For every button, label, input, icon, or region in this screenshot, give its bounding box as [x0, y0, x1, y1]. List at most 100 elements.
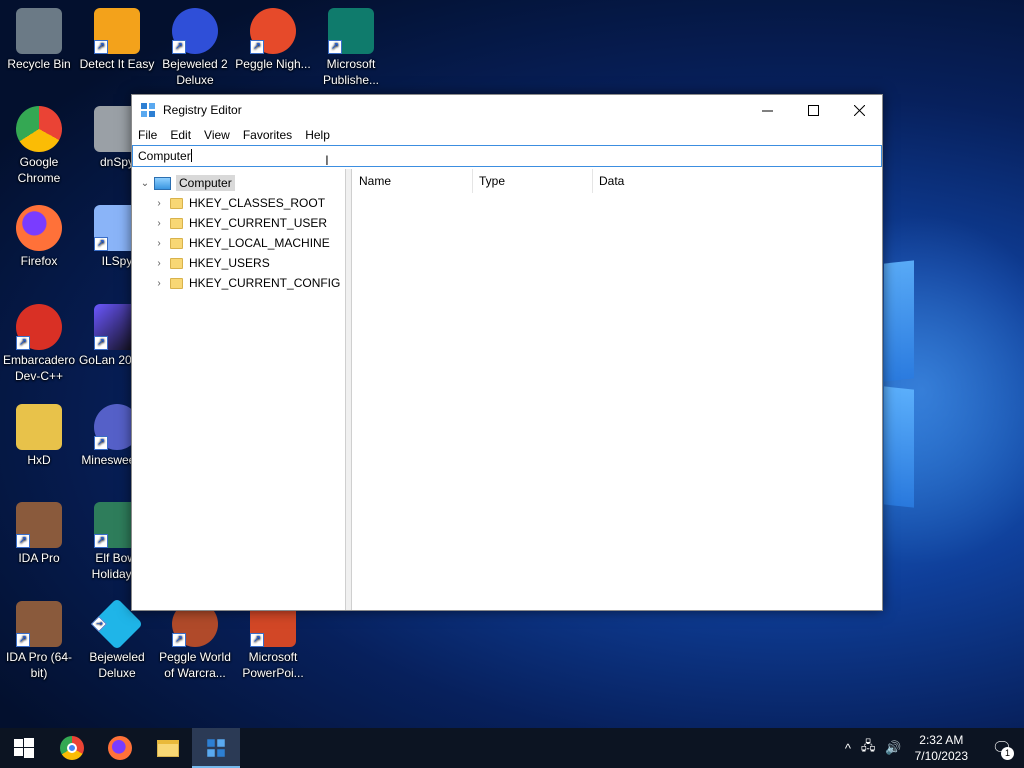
shortcut-arrow-icon: ↗: [16, 534, 30, 548]
desktop-icon-label: Recycle Bin: [7, 57, 71, 71]
tree-node-label: HKEY_CLASSES_ROOT: [189, 196, 326, 210]
address-bar[interactable]: Computer: [132, 145, 882, 167]
taskbar-firefox[interactable]: [96, 728, 144, 768]
firefox-icon: [16, 205, 62, 251]
column-header-row: Name Type Data: [353, 168, 882, 193]
desktop-icon-label: HxD: [27, 453, 51, 467]
folder-icon: [170, 197, 183, 209]
taskbar: ^ 🖧 🔊 2:32 AM 7/10/2023 🗨 1: [0, 728, 1024, 768]
desktop-icon-firefox[interactable]: Firefox: [0, 205, 78, 269]
desktop-icon-ida-pro-64[interactable]: ↗ IDA Pro (64-bit): [0, 601, 78, 681]
shortcut-arrow-icon: ↗: [94, 336, 108, 350]
registry-editor-window[interactable]: Registry Editor File Edit View Favorites…: [131, 94, 883, 611]
desktop-icon-ida-pro[interactable]: ↗ IDA Pro: [0, 502, 78, 566]
address-value: Computer: [138, 149, 191, 163]
chevron-right-icon[interactable]: ›: [152, 218, 166, 229]
pane-splitter[interactable]: [346, 169, 352, 610]
tree-node-hkey-current-user[interactable]: › HKEY_CURRENT_USER: [152, 213, 327, 233]
chevron-right-icon[interactable]: ›: [152, 258, 166, 269]
desktop-icon-label: Bejeweled 2 Deluxe: [162, 57, 228, 87]
network-icon[interactable]: 🖧: [861, 737, 876, 759]
ida-pro-64-icon: ↗: [16, 601, 62, 647]
desktop-icon-peggle-wow[interactable]: ↗ Peggle World of Warcra...: [156, 601, 234, 681]
chevron-up-icon[interactable]: ^: [845, 741, 851, 756]
volume-icon[interactable]: 🔊: [885, 740, 901, 756]
values-list-pane[interactable]: Name Type Data: [353, 168, 882, 610]
window-title: Registry Editor: [163, 103, 242, 117]
folder-icon: [170, 237, 183, 249]
desktop-icon-label: Embarcadero Dev-C++: [2, 353, 76, 383]
peggle-nights-icon: ↗: [250, 8, 296, 54]
registry-editor-icon: [141, 103, 155, 117]
desktop-icon-label: Bejeweled Deluxe: [89, 650, 145, 680]
folder-icon: [170, 277, 183, 289]
key-tree-pane[interactable]: ⌄ Computer › HKEY_CLASSES_ROOT › HKEY_CU…: [132, 169, 346, 610]
chevron-right-icon[interactable]: ›: [152, 238, 166, 249]
menu-bar: File Edit View Favorites Help: [132, 125, 882, 145]
chrome-icon: [60, 736, 84, 760]
desktop-icon-powerpoint[interactable]: ↗ Microsoft PowerPoi...: [234, 601, 312, 681]
tree-node-hkey-users[interactable]: › HKEY_USERS: [152, 253, 270, 273]
chevron-right-icon[interactable]: ›: [152, 198, 166, 209]
taskbar-registry-editor[interactable]: [192, 728, 240, 768]
taskbar-file-explorer[interactable]: [144, 728, 192, 768]
recycle-bin-icon: [16, 8, 62, 54]
column-header-name[interactable]: Name: [353, 168, 473, 193]
tree-node-label: HKEY_LOCAL_MACHINE: [189, 236, 330, 250]
tree-node-label: HKEY_CURRENT_CONFIG: [189, 276, 341, 290]
column-header-data[interactable]: Data: [593, 169, 881, 193]
desktop-icon-chrome[interactable]: Google Chrome: [0, 106, 78, 186]
desktop-icon-recycle-bin[interactable]: Recycle Bin: [0, 8, 78, 72]
clock-date: 7/10/2023: [914, 749, 968, 763]
desktop-icon-label: Microsoft Publishe...: [322, 57, 380, 87]
desktop-icon-bejeweled-2[interactable]: ↗ Bejeweled 2 Deluxe: [156, 8, 234, 88]
minimize-button[interactable]: [744, 95, 790, 125]
menu-help[interactable]: Help: [305, 128, 330, 142]
start-button[interactable]: [0, 728, 48, 768]
desktop-icon-label: IDA Pro (64-bit): [5, 650, 73, 680]
tree-node-label: HKEY_USERS: [189, 256, 270, 270]
tree-node-hkey-current-config[interactable]: › HKEY_CURRENT_CONFIG: [152, 273, 340, 293]
hxd-icon: [16, 404, 62, 450]
shortcut-arrow-icon: ↗: [90, 616, 107, 632]
folder-icon: [170, 217, 183, 229]
menu-file[interactable]: File: [138, 128, 157, 142]
start-icon: [14, 738, 34, 758]
close-button[interactable]: [836, 95, 882, 125]
system-tray: ^ 🖧 🔊 2:32 AM 7/10/2023 🗨 1: [840, 728, 1024, 768]
chevron-down-icon[interactable]: ⌄: [138, 178, 152, 189]
desktop-icon-devcpp[interactable]: ↗ Embarcadero Dev-C++: [0, 304, 78, 384]
clock[interactable]: 2:32 AM 7/10/2023: [915, 732, 968, 764]
desktop-icon-label: Peggle Nigh...: [235, 57, 311, 71]
folder-icon: [170, 257, 183, 269]
shortcut-arrow-icon: ↗: [94, 436, 108, 450]
desktop-icon-label: Google Chrome: [17, 155, 61, 185]
shortcut-arrow-icon: ↗: [94, 40, 108, 54]
menu-edit[interactable]: Edit: [170, 128, 191, 142]
tree-node-computer[interactable]: ⌄ Computer: [138, 173, 235, 193]
ida-pro-icon: ↗: [16, 502, 62, 548]
close-icon: [853, 104, 865, 116]
chevron-right-icon[interactable]: ›: [152, 278, 166, 289]
shortcut-arrow-icon: ↗: [94, 534, 108, 548]
file-explorer-icon: [157, 739, 179, 757]
title-bar[interactable]: Registry Editor: [132, 95, 882, 125]
desktop-icon-publisher[interactable]: ↗ Microsoft Publishe...: [312, 8, 390, 88]
detect-it-easy-icon: ↗: [94, 8, 140, 54]
desktop-icon-hxd[interactable]: HxD: [0, 404, 78, 468]
devcpp-icon: ↗: [16, 304, 62, 350]
publisher-icon: ↗: [328, 8, 374, 54]
tree-node-hkey-classes-root[interactable]: › HKEY_CLASSES_ROOT: [152, 193, 325, 213]
desktop-icon-peggle-nights[interactable]: ↗ Peggle Nigh...: [234, 8, 312, 72]
desktop-icon-bejeweled[interactable]: ↗ Bejeweled Deluxe: [78, 597, 156, 681]
column-header-type[interactable]: Type: [473, 168, 593, 193]
computer-icon: [154, 176, 171, 190]
maximize-button[interactable]: [790, 95, 836, 125]
taskbar-chrome[interactable]: [48, 728, 96, 768]
menu-favorites[interactable]: Favorites: [243, 128, 292, 142]
menu-view[interactable]: View: [204, 128, 230, 142]
desktop-icon-detect-it-easy[interactable]: ↗ Detect It Easy: [78, 8, 156, 72]
tree-node-hkey-local-machine[interactable]: › HKEY_LOCAL_MACHINE: [152, 233, 330, 253]
notification-center-button[interactable]: 🗨 1: [980, 728, 1024, 768]
desktop-icon-label: IDA Pro: [18, 551, 60, 565]
